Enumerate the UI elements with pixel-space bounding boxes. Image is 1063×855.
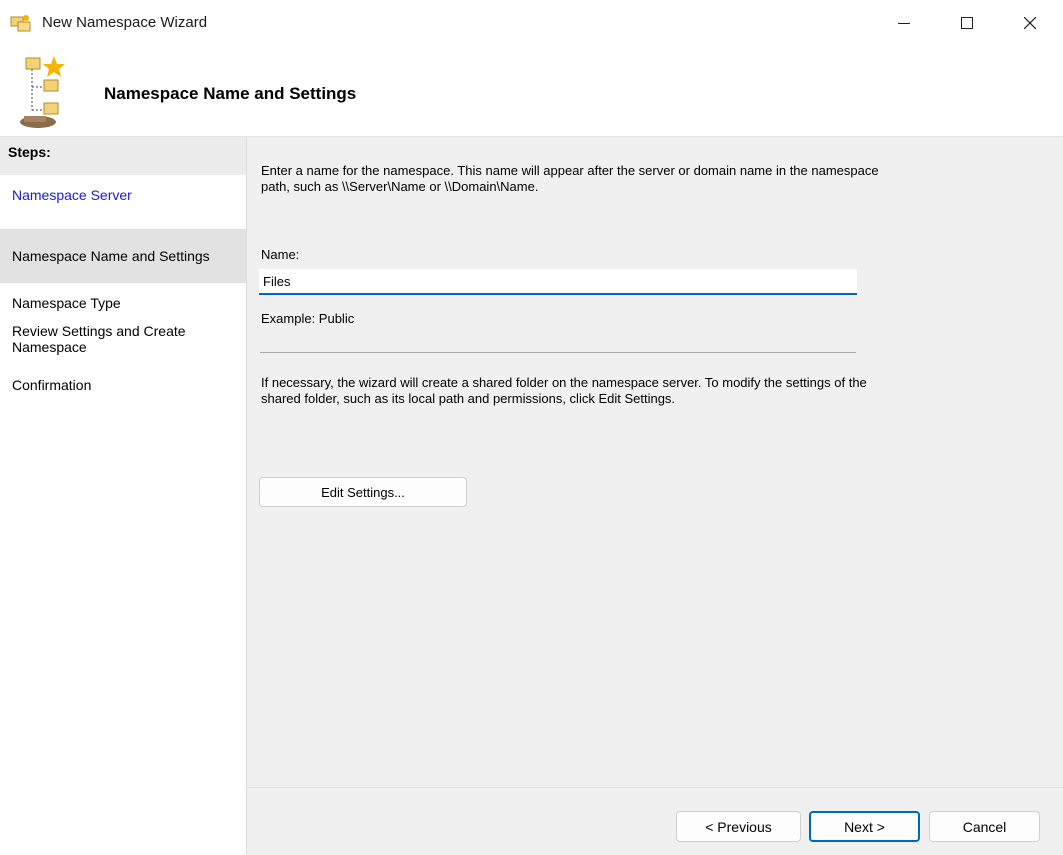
namespace-app-icon	[10, 13, 32, 33]
previous-button[interactable]: < Previous	[676, 811, 801, 842]
step-namespace-server[interactable]: Namespace Server	[0, 187, 246, 221]
minimize-icon	[898, 23, 910, 24]
example-text: Example: Public	[261, 311, 355, 326]
divider	[260, 352, 856, 353]
close-icon	[1024, 17, 1036, 29]
name-label: Name:	[261, 247, 300, 262]
step-confirmation: Confirmation	[12, 377, 92, 393]
window-title: New Namespace Wizard	[42, 14, 208, 31]
minimize-button[interactable]	[872, 0, 936, 46]
steps-heading: Steps:	[0, 137, 246, 175]
content-panel: Enter a name for the namespace. This nam…	[247, 137, 1063, 787]
wizard-footer: < Previous Next > Cancel	[247, 787, 1063, 855]
maximize-button[interactable]	[935, 0, 999, 46]
steps-sidebar: Steps: Namespace Server Namespace Name a…	[0, 137, 247, 854]
cancel-button[interactable]: Cancel	[929, 811, 1040, 842]
intro-text: Enter a name for the namespace. This nam…	[261, 163, 879, 194]
maximize-icon	[961, 17, 973, 29]
edit-settings-button[interactable]: Edit Settings...	[259, 477, 467, 507]
wizard-header: Namespace Name and Settings	[0, 46, 1063, 137]
namespace-tree-icon	[14, 54, 74, 130]
step-namespace-name-settings: Namespace Name and Settings	[0, 229, 246, 283]
page-title: Namespace Name and Settings	[104, 84, 357, 103]
close-button[interactable]	[998, 0, 1062, 46]
step-review-create: Review Settings and Create Namespace	[12, 323, 186, 355]
step-namespace-type: Namespace Type	[12, 295, 121, 311]
next-button[interactable]: Next >	[809, 811, 920, 842]
namespace-name-input[interactable]	[259, 269, 857, 295]
shared-folder-info-text: If necessary, the wizard will create a s…	[261, 375, 867, 406]
title-bar: New Namespace Wizard	[0, 0, 1063, 46]
